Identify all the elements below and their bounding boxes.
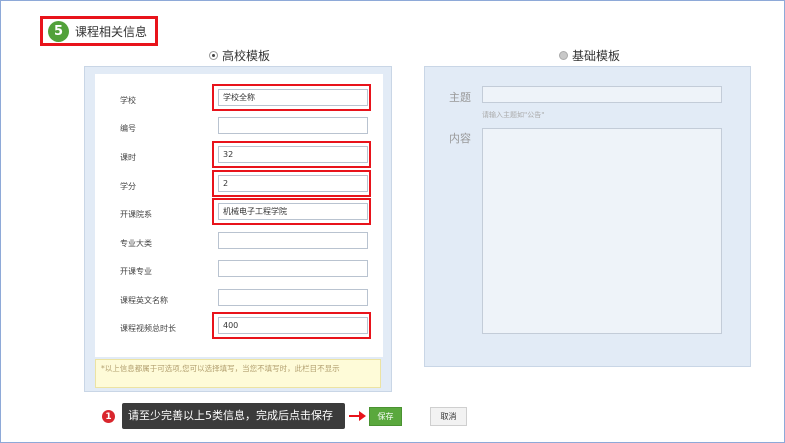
radio-checked-icon: [209, 51, 218, 60]
field-label-school: 学校: [120, 96, 136, 105]
field-input-english-name[interactable]: [218, 289, 368, 306]
subject-hint: 请输入主题如"公告": [482, 111, 545, 119]
template-label-school: 高校模板: [222, 49, 271, 63]
field-label-major: 开课专业: [120, 267, 152, 276]
subject-input[interactable]: [482, 86, 722, 103]
step-number-badge: 5: [48, 20, 69, 42]
content-textarea[interactable]: [482, 128, 722, 334]
field-input-code[interactable]: [218, 117, 368, 134]
field-label-credits: 学分: [120, 182, 136, 191]
template-radio-school[interactable]: 高校模板: [209, 47, 270, 64]
highlight-box: [212, 141, 371, 168]
tip-number-badge: 1: [102, 410, 115, 423]
field-input-major-category[interactable]: [218, 232, 368, 249]
highlight-box: [212, 84, 371, 111]
field-input-major[interactable]: [218, 260, 368, 277]
subject-label: 主题: [449, 91, 471, 104]
field-label-english-name: 课程英文名称: [120, 296, 168, 305]
highlight-box: [212, 198, 371, 225]
content-label: 内容: [449, 132, 471, 145]
radio-unchecked-icon: [559, 51, 568, 60]
instruction-tooltip: 请至少完善以上5类信息，完成后点击保存: [122, 403, 345, 429]
highlight-box: [212, 312, 371, 339]
save-button[interactable]: 保存: [369, 407, 402, 426]
field-label-hours: 课时: [120, 153, 136, 162]
optional-fields-note: *以上信息都属于可选项,您可以选择填写，当您不填写时，此栏目不显示: [95, 359, 381, 388]
field-label-code: 编号: [120, 124, 136, 133]
highlight-box: [212, 170, 371, 197]
field-label-major-category: 专业大类: [120, 239, 152, 248]
field-label-department: 开课院系: [120, 210, 152, 219]
template-radio-basic[interactable]: 基础模板: [559, 47, 620, 64]
template-label-basic: 基础模板: [572, 49, 621, 63]
step-header: 5 课程相关信息: [40, 16, 158, 46]
step-title: 课程相关信息: [75, 24, 148, 39]
cancel-button[interactable]: 取消: [430, 407, 467, 426]
field-label-video-duration: 课程视频总时长: [120, 324, 176, 333]
arrow-head-icon: [359, 411, 366, 421]
